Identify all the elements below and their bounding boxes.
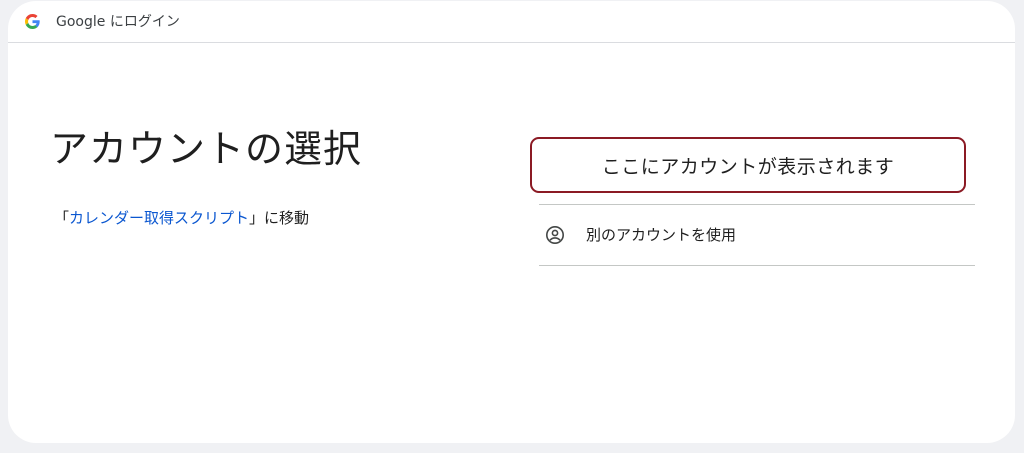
- use-another-account-label: 別のアカウントを使用: [586, 226, 737, 244]
- continue-suffix: 」に移動: [249, 209, 310, 227]
- person-circle-icon: [545, 225, 565, 245]
- signin-window: Google にログイン アカウントの選択 「カレンダー取得スクリプト」に移動 …: [8, 1, 1015, 443]
- header-title: Google にログイン: [56, 14, 180, 30]
- continue-prefix: 「: [54, 209, 70, 227]
- app-name-link[interactable]: カレンダー取得スクリプト: [69, 209, 249, 227]
- continue-to-app-text: 「カレンダー取得スクリプト」に移動: [54, 207, 309, 229]
- page-title: アカウントの選択: [50, 127, 363, 171]
- signin-header: Google にログイン: [8, 1, 1015, 43]
- account-placeholder-box: ここにアカウントが表示されます: [530, 137, 966, 193]
- divider-bottom: [539, 265, 975, 266]
- use-another-account-button[interactable]: 別のアカウントを使用: [539, 205, 975, 265]
- google-g-icon: [25, 14, 40, 29]
